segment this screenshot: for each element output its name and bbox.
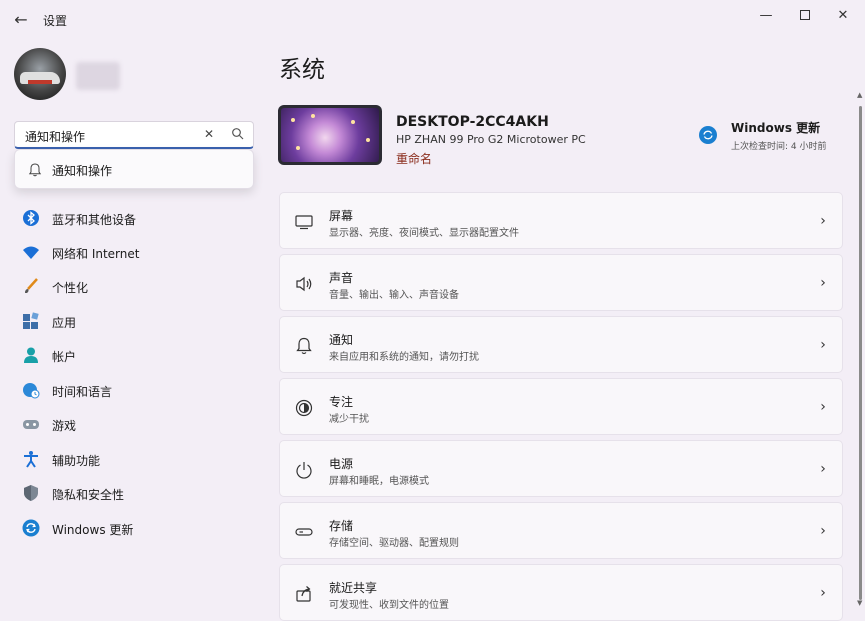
close-icon[interactable]: ✕ bbox=[820, 0, 865, 30]
chevron-right-icon: › bbox=[820, 275, 826, 291]
card-title: 存储 bbox=[329, 519, 354, 533]
power-icon bbox=[294, 460, 314, 480]
person-icon bbox=[22, 346, 40, 364]
chevron-right-icon: › bbox=[820, 523, 826, 539]
sidebar-item-label: 蓝牙和其他设备 bbox=[52, 213, 137, 227]
wifi-icon bbox=[22, 243, 40, 261]
card-subtitle: 存储空间、驱动器、配置规则 bbox=[329, 538, 459, 549]
card-subtitle: 来自应用和系统的通知，请勿打扰 bbox=[329, 352, 479, 363]
windows-update-subtitle: 上次检查时间: 4 小时前 bbox=[731, 142, 827, 152]
card-subtitle: 减少干扰 bbox=[329, 414, 369, 425]
page-title: 系统 bbox=[279, 57, 325, 83]
brush-icon bbox=[22, 277, 40, 295]
arrow-left-icon[interactable]: ← bbox=[12, 10, 30, 29]
windows-update-icon[interactable] bbox=[699, 126, 717, 144]
card-title: 屏幕 bbox=[329, 209, 354, 223]
speaker-icon bbox=[294, 274, 314, 294]
sidebar-item-time-language[interactable]: 时间和语言 bbox=[14, 375, 254, 405]
sidebar-item-gaming[interactable]: 游戏 bbox=[14, 409, 254, 439]
sidebar-item-network[interactable]: 网络和 Internet bbox=[14, 237, 254, 267]
chevron-right-icon: › bbox=[820, 461, 826, 477]
windows-update-icon bbox=[22, 519, 40, 537]
settings-card-display[interactable]: 屏幕 显示器、亮度、夜间模式、显示器配置文件 › bbox=[279, 192, 843, 249]
sidebar-item-windows-update[interactable]: Windows 更新 bbox=[14, 513, 254, 543]
settings-card-nearby-sharing[interactable]: 就近共享 可发现性、收到文件的位置 › bbox=[279, 564, 843, 621]
sidebar-item-label: 隐私和安全性 bbox=[52, 488, 125, 502]
card-title: 通知 bbox=[329, 333, 354, 347]
title-bar: ← 设置 — ✕ bbox=[0, 0, 865, 40]
chevron-right-icon: › bbox=[820, 337, 826, 353]
chevron-right-icon: › bbox=[820, 213, 826, 229]
sidebar-item-label: 帐户 bbox=[52, 350, 77, 364]
card-subtitle: 屏幕和睡眠，电源模式 bbox=[329, 476, 429, 487]
device-wallpaper-thumbnail bbox=[278, 105, 382, 165]
accessibility-icon bbox=[22, 450, 40, 468]
sidebar-item-label: 游戏 bbox=[52, 419, 77, 433]
chevron-right-icon: › bbox=[820, 585, 826, 601]
gamepad-icon bbox=[22, 415, 40, 433]
scroll-up-icon[interactable]: ▲ bbox=[857, 92, 864, 99]
sidebar-item-label: 网络和 Internet bbox=[52, 247, 140, 261]
focus-icon bbox=[294, 398, 314, 418]
scrollbar-thumb[interactable] bbox=[859, 106, 862, 600]
avatar[interactable] bbox=[14, 48, 66, 100]
rename-link[interactable]: 重命名 bbox=[396, 150, 432, 167]
sidebar-item-label: 辅助功能 bbox=[52, 454, 101, 468]
search-icon[interactable] bbox=[231, 127, 245, 141]
card-title: 专注 bbox=[329, 395, 354, 409]
settings-card-storage[interactable]: 存储 存储空间、驱动器、配置规则 › bbox=[279, 502, 843, 559]
apps-icon bbox=[22, 312, 40, 330]
chevron-right-icon: › bbox=[820, 399, 826, 415]
sidebar-item-label: Windows 更新 bbox=[52, 523, 134, 537]
bluetooth-icon bbox=[22, 209, 40, 227]
search-box[interactable]: ✕ bbox=[14, 121, 254, 149]
globe-clock-icon bbox=[22, 381, 40, 399]
suggestion-label: 通知和操作 bbox=[52, 164, 113, 178]
bell-icon bbox=[294, 336, 314, 356]
card-subtitle: 显示器、亮度、夜间模式、显示器配置文件 bbox=[329, 228, 519, 239]
search-input[interactable] bbox=[23, 126, 197, 146]
sidebar-item-label: 个性化 bbox=[52, 281, 89, 295]
storage-icon bbox=[294, 522, 314, 542]
sidebar-item-accessibility[interactable]: 辅助功能 bbox=[14, 444, 254, 474]
app-title: 设置 bbox=[43, 14, 68, 28]
settings-card-power[interactable]: 电源 屏幕和睡眠，电源模式 › bbox=[279, 440, 843, 497]
device-model: HP ZHAN 99 Pro G2 Microtower PC bbox=[396, 133, 586, 146]
card-subtitle: 可发现性、收到文件的位置 bbox=[329, 600, 449, 611]
device-name: DESKTOP-2CC4AKH bbox=[396, 114, 549, 130]
sidebar-item-personalization[interactable]: 个性化 bbox=[14, 271, 254, 301]
windows-update-title[interactable]: Windows 更新 bbox=[731, 119, 820, 136]
card-subtitle: 音量、输出、输入、声音设备 bbox=[329, 290, 459, 301]
bell-icon bbox=[27, 162, 43, 178]
scroll-down-icon[interactable]: ▼ bbox=[857, 600, 864, 607]
share-icon bbox=[294, 584, 314, 604]
search-suggestion[interactable]: 通知和操作 bbox=[14, 149, 254, 189]
settings-card-notifications[interactable]: 通知 来自应用和系统的通知，请勿打扰 › bbox=[279, 316, 843, 373]
sidebar-item-accounts[interactable]: 帐户 bbox=[14, 340, 254, 370]
shield-icon bbox=[22, 484, 40, 502]
settings-card-sound[interactable]: 声音 音量、输出、输入、声音设备 › bbox=[279, 254, 843, 311]
card-title: 就近共享 bbox=[329, 581, 378, 595]
sidebar-item-bluetooth[interactable]: 蓝牙和其他设备 bbox=[14, 203, 254, 233]
sidebar-item-label: 时间和语言 bbox=[52, 385, 113, 399]
settings-card-focus[interactable]: 专注 减少干扰 › bbox=[279, 378, 843, 435]
monitor-icon bbox=[294, 212, 314, 232]
card-title: 声音 bbox=[329, 271, 354, 285]
sidebar-item-apps[interactable]: 应用 bbox=[14, 306, 254, 336]
card-title: 电源 bbox=[329, 457, 354, 471]
close-icon[interactable]: ✕ bbox=[201, 126, 217, 142]
username-blurred bbox=[76, 62, 120, 90]
sidebar-item-label: 应用 bbox=[52, 316, 77, 330]
sidebar-item-privacy[interactable]: 隐私和安全性 bbox=[14, 478, 254, 508]
